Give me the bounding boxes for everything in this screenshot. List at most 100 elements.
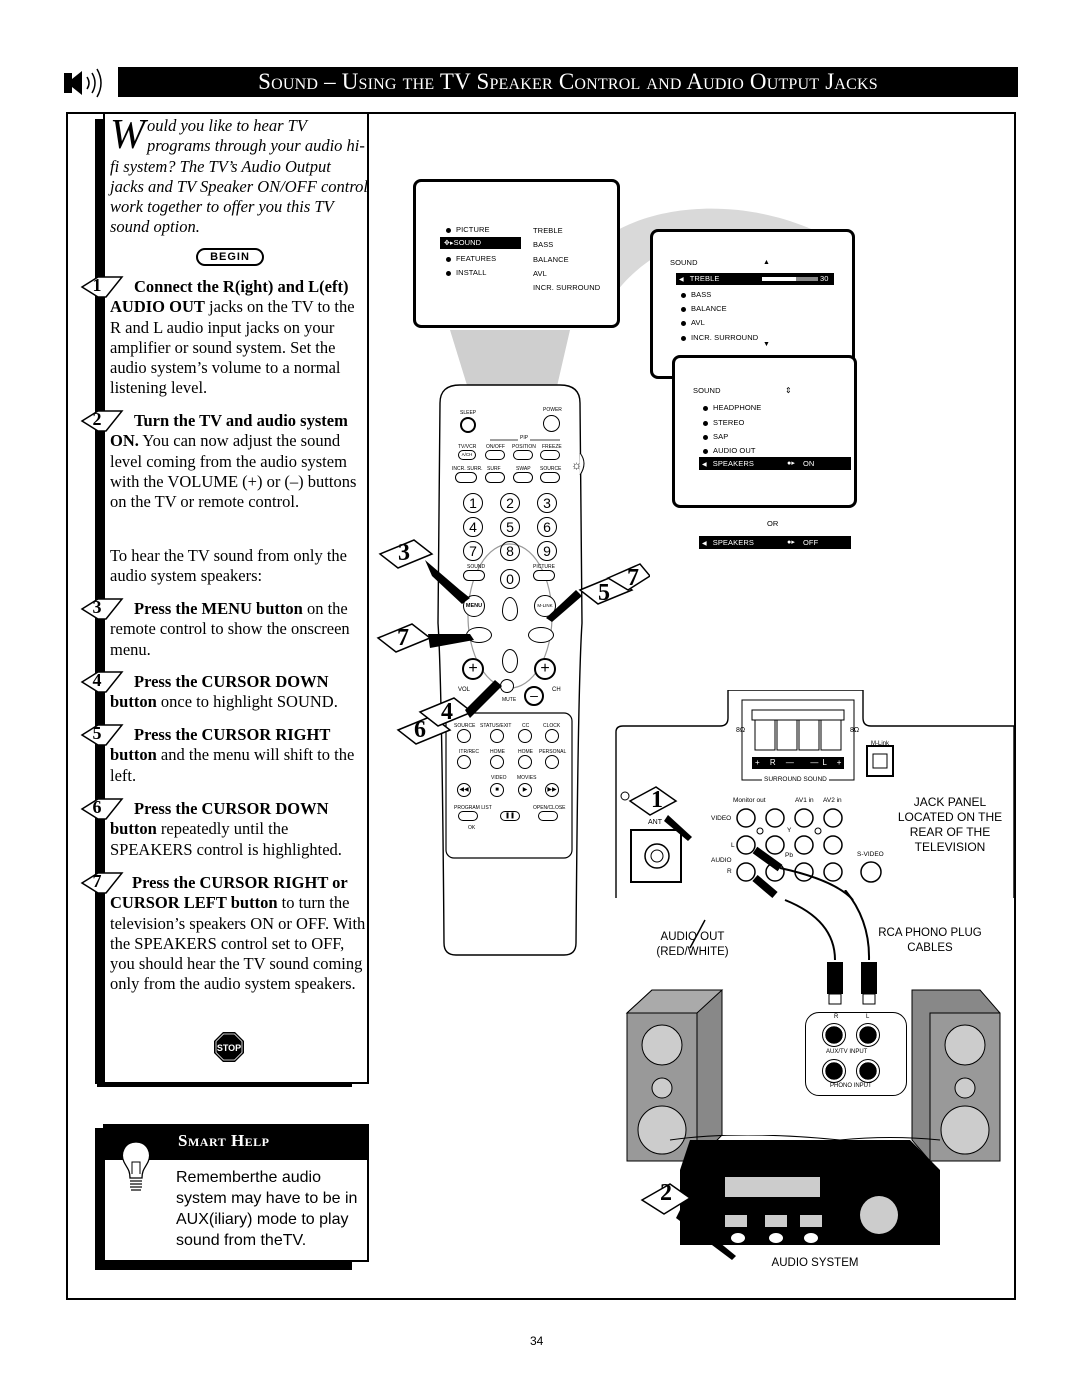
audio-system-label: AUDIO SYSTEM xyxy=(771,1257,859,1269)
phono-l-jack[interactable] xyxy=(856,1059,880,1083)
source-button[interactable] xyxy=(540,472,560,483)
pointing-hands-graphic xyxy=(376,539,650,745)
submenu-preview-item: AVL xyxy=(533,269,547,278)
page-title: Sound – Using the TV Speaker Control and… xyxy=(118,67,1018,97)
menu-item-headphone[interactable]: HEADPHONE xyxy=(703,403,761,412)
step-2-text: Turn the TV and audio system ON. You can… xyxy=(110,411,357,512)
surf-button[interactable] xyxy=(485,472,505,483)
pause-button[interactable]: ❚❚ xyxy=(500,811,520,821)
pip-on-off-button[interactable] xyxy=(485,450,505,460)
submenu-preview-item: TREBLE xyxy=(533,226,563,235)
bullet-icon xyxy=(681,320,686,326)
power-button[interactable] xyxy=(543,415,560,432)
menu-item-speakers-off[interactable]: ◀ SPEAKERS ●▸ OFF xyxy=(699,536,851,549)
aux-r-jack[interactable] xyxy=(822,1023,846,1047)
step-bar xyxy=(98,692,105,714)
or-label: OR xyxy=(767,519,779,528)
receiver-input-panel: R L AUX/TV INPUT PHONO INPUT xyxy=(805,1012,907,1096)
digit-3-button[interactable]: 3 xyxy=(537,493,557,513)
callout-2: 2 xyxy=(660,1180,672,1206)
svg-text:STOP: STOP xyxy=(217,1043,241,1053)
callout-6: 6 xyxy=(414,717,426,743)
tv-screen-main-menu xyxy=(413,179,620,328)
stop-icon: STOP xyxy=(213,1031,245,1063)
rewind-button[interactable]: ◀◀ xyxy=(457,783,471,797)
bullet-icon xyxy=(681,335,686,341)
step-bar xyxy=(98,893,105,1083)
drop-cap: W xyxy=(110,112,145,158)
scroll-arrows-icon: ⇕ xyxy=(785,386,792,395)
menu-item-treble-selected[interactable]: ◀ TREBLE 30 xyxy=(676,273,834,285)
menu-item-avl[interactable]: AVL xyxy=(681,318,705,327)
sleep-button[interactable] xyxy=(460,417,476,433)
toggle-icon: ●▸ xyxy=(787,460,795,467)
pip-position-button[interactable] xyxy=(513,450,533,460)
submenu-preview-item: INCR. SURROUND xyxy=(533,283,601,292)
bullet-icon xyxy=(446,256,451,262)
pip-freeze-button[interactable] xyxy=(540,450,560,460)
bullet-icon xyxy=(446,227,451,233)
open-close-button[interactable] xyxy=(538,811,558,821)
swap-button[interactable] xyxy=(513,472,533,483)
smart-help-text: Rememberthe audio system may have to be … xyxy=(176,1169,358,1249)
treble-value: 30 xyxy=(820,274,829,283)
menu-item-sound-selected[interactable]: ✥▸SOUND xyxy=(440,237,521,249)
play-button[interactable]: ▶ xyxy=(518,783,532,797)
bullet-icon xyxy=(703,434,708,440)
treble-slider-fill xyxy=(762,277,796,281)
stop-button[interactable]: ■ xyxy=(490,783,504,797)
phono-r-jack[interactable] xyxy=(822,1059,846,1083)
intro-text: Would you like to hear TV programs throu… xyxy=(110,112,369,237)
step-bar xyxy=(98,618,105,660)
program-list-button[interactable] xyxy=(458,811,478,821)
interlude-text: To hear the TV sound from only the audio… xyxy=(110,546,347,586)
tv-vcr-button[interactable]: A/CH xyxy=(458,450,476,460)
step-1-text: Connect the R(ight) and L(eft) AUDIO OUT… xyxy=(110,277,355,398)
step-bar xyxy=(98,819,105,861)
jack-panel-caption: JACK PANEL LOCATED ON THE REAR OF THE TE… xyxy=(897,795,1003,854)
arrow-down-icon: ▼ xyxy=(763,341,771,348)
callout-5: 5 xyxy=(598,580,610,606)
toggle-icon: ●▸ xyxy=(787,539,795,546)
submenu-preview-item: BALANCE xyxy=(533,255,569,264)
bullet-icon xyxy=(703,405,708,411)
step-bar xyxy=(98,296,105,400)
callout-4: 4 xyxy=(441,699,453,725)
treble-slider[interactable] xyxy=(762,277,818,281)
bullet-icon xyxy=(681,306,686,312)
fast-forward-button[interactable]: ▶▶ xyxy=(545,783,559,797)
rca-cables-label: RCA PHONO PLUG CABLES xyxy=(878,927,982,954)
menu-title: SOUND xyxy=(670,258,698,267)
step-7-text: Press the CURSOR RIGHT or CURSOR LEFT bu… xyxy=(110,873,366,994)
menu-item-features[interactable]: FEATURES xyxy=(446,254,496,263)
page-number: 34 xyxy=(530,1334,544,1348)
terminal-labels: + R — —L + xyxy=(755,758,846,767)
digit-2-button[interactable]: 2 xyxy=(500,493,520,513)
audio-out-label: AUDIO OUT (RED/WHITE) xyxy=(656,931,729,958)
begin-badge: BEGIN xyxy=(196,248,264,266)
menu-item-speakers-on[interactable]: ◀ SPEAKERS ●▸ ON xyxy=(699,457,851,470)
step-bar xyxy=(98,430,105,530)
pointing-hand-graphic xyxy=(640,1183,736,1260)
step-5-text: Press the CURSOR RIGHT button and the me… xyxy=(110,725,355,785)
menu-item-bass[interactable]: BASS xyxy=(681,290,711,299)
menu-title: SOUND xyxy=(693,386,721,395)
step-6-text: Press the CURSOR DOWN button repeatedly … xyxy=(110,799,342,859)
menu-item-incr-surround[interactable]: INCR. SURROUND xyxy=(681,333,758,342)
pointing-hand-graphic xyxy=(628,786,692,841)
incr-surr-button[interactable] xyxy=(455,472,477,483)
menu-item-audio-out[interactable]: AUDIO OUT xyxy=(703,446,756,455)
menu-item-stereo[interactable]: STEREO xyxy=(703,418,744,427)
menu-item-install[interactable]: INSTALL xyxy=(446,268,487,277)
step-bar xyxy=(98,745,105,787)
menu-item-picture[interactable]: PICTURE xyxy=(446,225,490,234)
step-3-text: Press the MENU button on the remote cont… xyxy=(110,599,350,659)
bullet-icon xyxy=(446,270,451,276)
aux-l-jack[interactable] xyxy=(856,1023,880,1047)
digit-1-button[interactable]: 1 xyxy=(463,493,483,513)
bullet-icon xyxy=(681,292,686,298)
menu-item-balance[interactable]: BALANCE xyxy=(681,304,727,313)
arrow-up-icon: ▲ xyxy=(763,259,771,266)
bullet-icon xyxy=(703,448,708,454)
menu-item-sap[interactable]: SAP xyxy=(703,432,728,441)
